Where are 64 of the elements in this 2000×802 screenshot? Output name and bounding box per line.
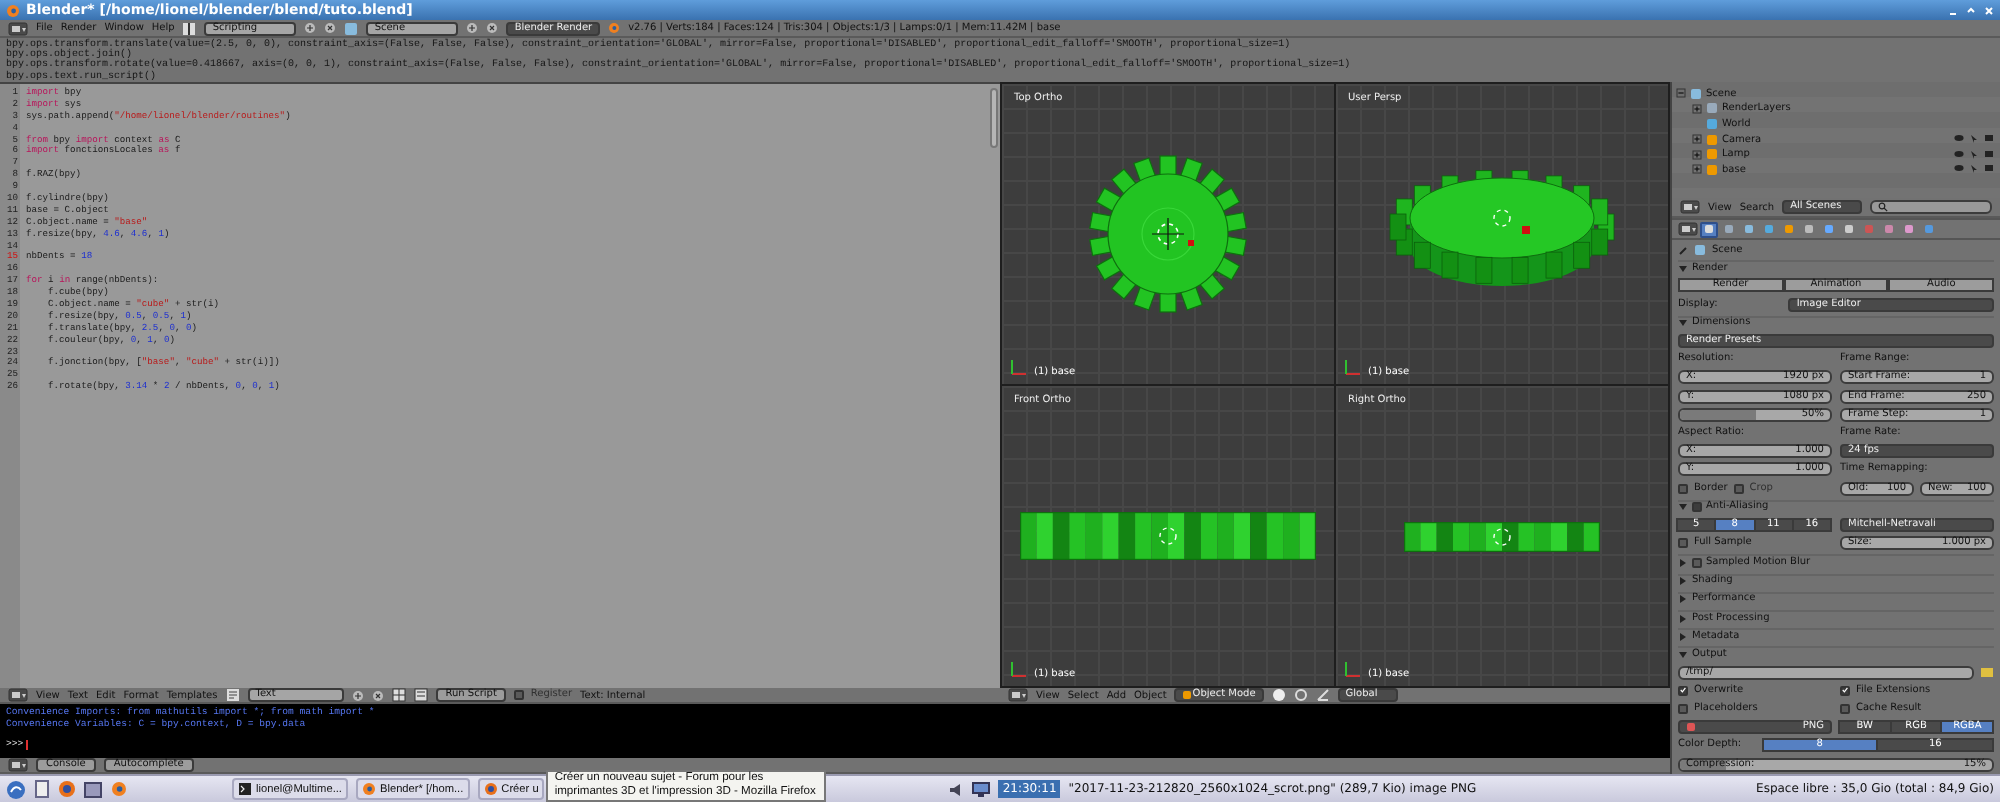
blender-logo-icon — [6, 3, 20, 17]
text-cursor — [25, 740, 28, 751]
checkbox[interactable] — [514, 690, 525, 700]
disclosure-triangle-icon[interactable] — [1678, 502, 1688, 513]
browser-icon[interactable] — [58, 780, 76, 798]
grid-icon[interactable] — [391, 688, 406, 702]
checkbox[interactable] — [1692, 557, 1702, 568]
lines-icon[interactable] — [413, 688, 428, 702]
search-icon — [1878, 202, 1889, 212]
editor-type-icon[interactable] — [8, 688, 28, 702]
network-icon[interactable] — [972, 781, 991, 797]
browser-icon — [483, 782, 498, 796]
checkbox[interactable] — [1692, 502, 1702, 513]
speaker-icon[interactable] — [948, 781, 965, 797]
terminal-icon — [238, 782, 252, 796]
expand-icon[interactable] — [1692, 134, 1702, 145]
close-icon[interactable] — [324, 22, 337, 34]
scrollbar[interactable] — [990, 88, 998, 148]
disclosure-triangle-icon[interactable] — [1678, 649, 1688, 660]
editor-type-icon[interactable] — [8, 758, 28, 772]
expand-icon[interactable] — [1692, 149, 1702, 160]
blender-logo-icon[interactable] — [110, 780, 128, 798]
disclosure-triangle-icon[interactable] — [1678, 263, 1688, 274]
disclosure-triangle-icon[interactable] — [1678, 576, 1688, 587]
checkbox[interactable] — [1678, 483, 1688, 494]
disclosure-triangle-icon[interactable] — [1678, 318, 1688, 329]
editor-type-icon[interactable] — [1678, 222, 1698, 236]
close-icon[interactable] — [486, 22, 499, 34]
close-icon[interactable] — [371, 689, 384, 701]
layout-icon — [182, 21, 197, 35]
checkbox[interactable] — [1678, 704, 1688, 715]
search-field[interactable] — [1870, 200, 1992, 214]
start-icon[interactable] — [6, 779, 26, 799]
axis-icon — [1008, 358, 1028, 378]
checkbox[interactable] — [1678, 538, 1688, 549]
blender-logo-icon — [608, 22, 621, 34]
folder-icon[interactable] — [1980, 666, 1994, 679]
pin-icon — [1678, 245, 1688, 255]
axis-icon — [1342, 358, 1362, 378]
plus-icon[interactable] — [466, 22, 479, 34]
editor-type-icon[interactable] — [8, 21, 28, 35]
maximize-icon[interactable] — [1966, 5, 1976, 15]
checkbox[interactable] — [1678, 685, 1688, 696]
editor-type-icon[interactable] — [1680, 200, 1700, 214]
axis-icon — [1342, 660, 1362, 680]
window-icon[interactable] — [84, 781, 102, 797]
checkbox[interactable] — [1840, 685, 1850, 696]
expand-icon[interactable] — [1692, 103, 1702, 114]
plus-icon[interactable] — [351, 689, 364, 701]
disclosure-triangle-icon[interactable] — [1678, 631, 1688, 642]
checkbox[interactable] — [1733, 483, 1744, 494]
axis-icon — [1008, 660, 1028, 680]
checkbox[interactable] — [1840, 704, 1850, 715]
file-icon[interactable] — [34, 780, 50, 798]
plus-icon[interactable] — [304, 22, 317, 34]
disclosure-triangle-icon[interactable] — [1678, 594, 1688, 605]
disclosure-triangle-icon[interactable] — [1678, 557, 1688, 568]
expand-icon[interactable] — [1692, 164, 1702, 175]
pivot-icon[interactable] — [1293, 688, 1308, 702]
manipulator-icon[interactable] — [1315, 688, 1330, 702]
collapse-icon[interactable] — [1676, 88, 1686, 99]
editor-type-icon[interactable] — [1008, 688, 1028, 702]
disclosure-triangle-icon[interactable] — [1678, 613, 1688, 624]
blender-logo-icon — [361, 782, 376, 796]
